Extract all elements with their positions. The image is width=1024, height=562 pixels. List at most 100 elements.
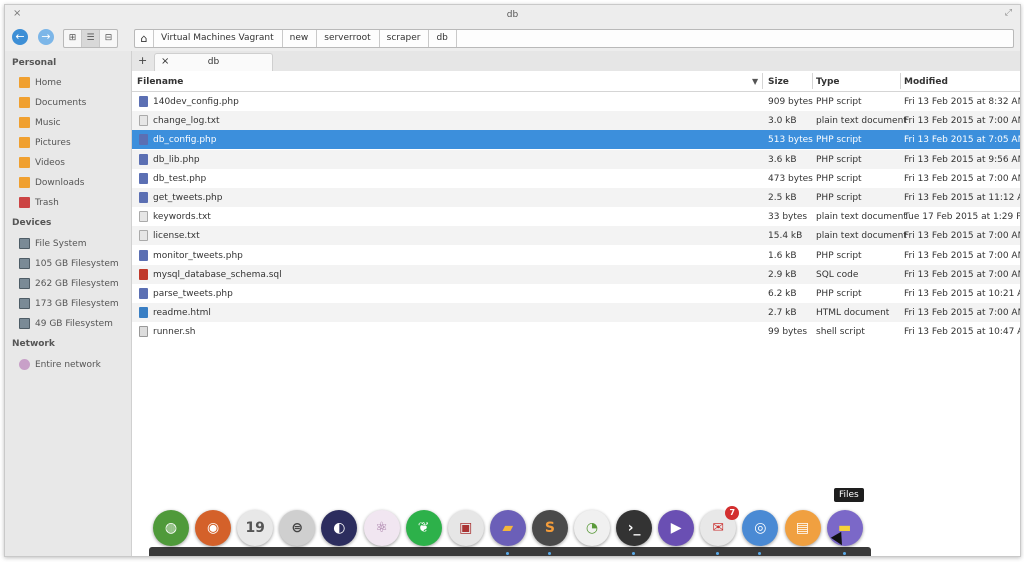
sidebar-item-label: Trash <box>35 197 59 208</box>
sidebar-item-music[interactable]: Music <box>19 117 61 128</box>
list-view-icon[interactable]: ☰ <box>82 30 100 47</box>
sidebar-item-49gb[interactable]: 49 GB Filesystem <box>19 318 113 329</box>
sidebar-item-label: Documents <box>35 97 87 108</box>
files-folder-icon[interactable]: ▰ <box>489 510 526 546</box>
column-header-type[interactable]: Type <box>816 77 839 87</box>
tab-bar: + × db <box>132 51 1020 72</box>
file-name: db_test.php <box>153 173 207 184</box>
sidebar-item-file-system[interactable]: File System <box>19 238 86 249</box>
file-row[interactable]: db_config.php 513 bytes PHP script Fri 13 F… <box>132 130 1020 150</box>
atom-icon[interactable]: ⚛ <box>363 510 400 546</box>
forward-button[interactable]: → <box>38 29 54 45</box>
column-view-icon[interactable]: ⊟ <box>100 30 117 47</box>
sidebar-item-label: Entire network <box>35 359 101 370</box>
sidebar-item-label: 49 GB Filesystem <box>35 318 113 329</box>
column-header-size[interactable]: Size <box>768 77 789 87</box>
sidebar-item-documents[interactable]: Documents <box>19 97 86 108</box>
file-name: runner.sh <box>153 327 196 338</box>
file-type: PHP script <box>816 193 862 203</box>
dock-icon-glyph: ▤ <box>795 520 810 536</box>
sidebar-item-home[interactable]: Home <box>19 77 62 88</box>
file-modified: Fri 13 Feb 2015 at 7:00 AM <box>904 269 1021 280</box>
breadcrumb-item[interactable]: scraper <box>380 30 430 47</box>
system-monitor-icon[interactable]: ◔ <box>574 510 610 546</box>
file-modified: Fri 13 Feb 2015 at 7:00 AM <box>904 231 1021 242</box>
file-row[interactable]: db_test.php 473 bytes PHP script Fri 13 Feb… <box>132 169 1020 188</box>
sidebar-item-262gb[interactable]: 262 GB Filesystem <box>19 278 119 289</box>
file-type: PHP script <box>816 289 862 299</box>
terminal-icon[interactable]: ›_ <box>616 510 653 546</box>
breadcrumb-item[interactable]: db <box>429 30 457 47</box>
column-header-modified[interactable]: Modified <box>904 77 948 87</box>
html-file-icon <box>139 307 148 319</box>
breadcrumb-item[interactable]: new <box>283 30 318 47</box>
sidebar-item-105gb[interactable]: 105 GB Filesystem <box>19 258 119 269</box>
new-tab-button[interactable]: + <box>138 54 147 67</box>
dock-icon-glyph: ◍ <box>164 520 178 536</box>
media-player-icon[interactable]: ▶ <box>658 510 695 546</box>
dock-icon-glyph: ◐ <box>333 520 346 536</box>
toolbar: ← → ⊞ ☰ ⊟ ⌂ Virtual Machines Vagrant new… <box>5 25 1020 52</box>
breadcrumb-item[interactable]: Virtual Machines Vagrant <box>154 30 283 47</box>
dock-background <box>149 547 871 556</box>
file-row[interactable]: license.txt 15.4 kB plain text document Fri… <box>132 226 1021 246</box>
file-row[interactable]: get_tweets.php 2.5 kB PHP script Fri 13 Feb… <box>132 188 1020 207</box>
php-file-icon <box>139 134 148 146</box>
tab-db[interactable]: × db <box>154 53 273 72</box>
file-modified: Fri 13 Feb 2015 at 7:00 AM <box>904 173 1021 184</box>
network-icon <box>19 359 30 370</box>
sidebar-item-videos[interactable]: Videos <box>19 157 65 168</box>
sidebar-item-label: 173 GB Filesystem <box>35 298 119 309</box>
evernote-icon[interactable]: ❦ <box>405 510 442 546</box>
sidebar-item-pictures[interactable]: Pictures <box>19 137 71 148</box>
drive-icon <box>19 298 30 309</box>
sidebar-item-label: Pictures <box>35 137 71 148</box>
column-header-filename[interactable]: Filename <box>137 77 183 87</box>
file-type: SQL code <box>816 269 859 280</box>
file-name: monitor_tweets.php <box>153 250 243 261</box>
file-modified: Fri 13 Feb 2015 at 10:47 AM <box>904 327 1021 338</box>
file-row[interactable]: db_lib.php 3.6 kB PHP script Fri 13 Feb 201… <box>132 149 1020 169</box>
file-row[interactable]: runner.sh 99 bytes shell script Fri 13 Feb … <box>132 322 1020 341</box>
sort-descending-icon[interactable]: ▼ <box>752 77 758 86</box>
back-button[interactable]: ← <box>12 29 28 45</box>
calendar-icon[interactable]: 19 <box>237 510 274 546</box>
file-list-header: Filename ▼ Size Type Modified <box>132 71 1020 92</box>
downloads-icon <box>19 177 30 188</box>
dock-icon-glyph: ⊜ <box>291 520 304 536</box>
home-icon[interactable]: ⌂ <box>135 30 154 47</box>
file-type: PHP script <box>816 135 862 146</box>
file-name: get_tweets.php <box>153 193 223 203</box>
breadcrumb-item[interactable]: serverroot <box>317 30 380 47</box>
sidebar-item-trash[interactable]: Trash <box>19 197 59 208</box>
php-file-icon <box>139 96 148 107</box>
sidebar-item-173gb[interactable]: 173 GB Filesystem <box>19 298 119 309</box>
running-indicator <box>842 552 846 555</box>
file-name: mysql_database_schema.sql <box>153 269 282 280</box>
file-row[interactable]: mysql_database_schema.sql 2.9 kB SQL code F… <box>132 264 1021 284</box>
sidebar-item-downloads[interactable]: Downloads <box>19 177 84 188</box>
file-modified: Fri 13 Feb 2015 at 7:00 AM <box>904 308 1021 319</box>
file-modified: Fri 13 Feb 2015 at 10:21 AM <box>904 289 1021 299</box>
file-size: 909 bytes <box>768 97 813 107</box>
file-row[interactable]: readme.html 2.7 kB HTML document Fri 13 Feb… <box>132 303 1021 323</box>
file-row[interactable]: 140dev_config.php 909 bytes PHP script Fri … <box>132 92 1020 111</box>
close-window-button[interactable]: × <box>13 8 21 19</box>
txt-file-icon <box>139 211 148 223</box>
firefox-icon[interactable]: ◉ <box>195 510 232 546</box>
icon-view-icon[interactable]: ⊞ <box>64 30 82 47</box>
file-row[interactable]: change_log.txt 3.0 kB plain text document F… <box>132 111 1020 131</box>
maximize-window-button[interactable]: ⤢ <box>1005 8 1012 18</box>
txt-file-icon <box>139 115 148 127</box>
file-name: db_config.php <box>153 135 217 146</box>
file-row[interactable]: parse_tweets.php 6.2 kB PHP script Fri 13 F… <box>132 284 1020 303</box>
maps-icon[interactable]: ◍ <box>153 510 189 546</box>
file-type: plain text document <box>816 116 907 127</box>
file-row[interactable]: keywords.txt 33 bytes plain text document T… <box>132 207 1020 226</box>
file-type: PHP script <box>816 154 862 165</box>
sublime-text-icon[interactable]: S <box>531 510 568 546</box>
remote-desktop-icon[interactable]: ▣ <box>447 510 484 546</box>
sidebar-item-entire-network[interactable]: Entire network <box>19 359 101 370</box>
archive-icon[interactable]: ▤ <box>784 510 821 546</box>
file-row[interactable]: monitor_tweets.php 1.6 kB PHP script Fri 13… <box>132 246 1020 265</box>
